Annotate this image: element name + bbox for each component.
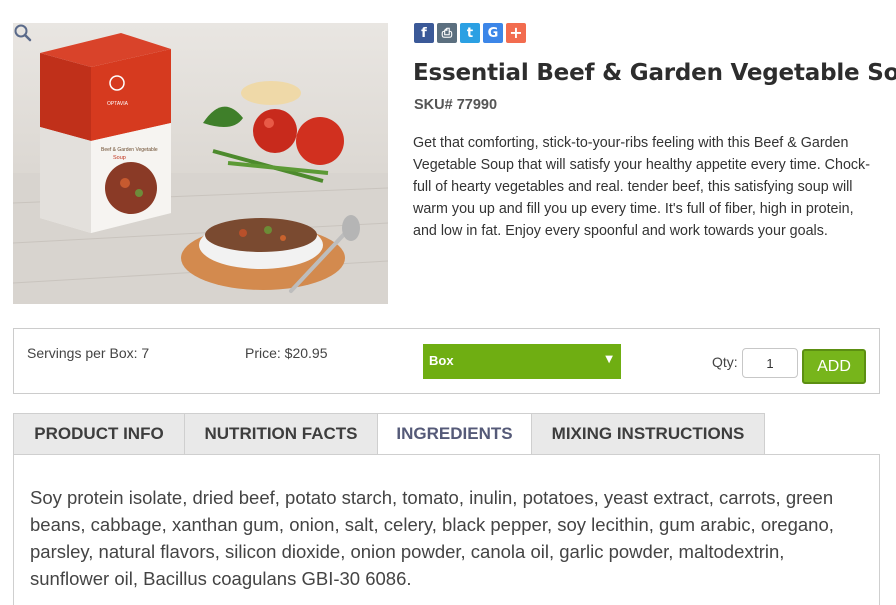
tab-mixing-instructions[interactable]: MIXING INSTRUCTIONS bbox=[531, 413, 765, 455]
zoom-icon[interactable] bbox=[13, 23, 33, 43]
share-bar: f ⎙ t G + bbox=[414, 23, 526, 43]
tab-ingredients[interactable]: INGREDIENTS bbox=[377, 413, 531, 455]
dropdown-caret-icon: ▼ bbox=[605, 354, 613, 365]
product-photo: OPTAVIA Beef & Garden Vegetable Soup bbox=[13, 33, 388, 304]
box-title-text: Beef & Garden Vegetable bbox=[101, 147, 158, 153]
product-tabs: PRODUCT INFO NUTRITION FACTS INGREDIENTS… bbox=[13, 413, 765, 455]
purchase-bar: Servings per Box: 7 Price: $20.95 Box ▼ … bbox=[13, 328, 880, 394]
product-image[interactable]: OPTAVIA Beef & Garden Vegetable Soup bbox=[13, 23, 388, 304]
price-label: Price: $20.95 bbox=[245, 345, 328, 361]
product-title: Essential Beef & Garden Vegetable Soup bbox=[413, 60, 896, 86]
box-brand-text: OPTAVIA bbox=[107, 101, 129, 107]
qty-label: Qty: bbox=[712, 354, 738, 370]
ingredients-text: Soy protein isolate, dried beef, potato … bbox=[30, 487, 834, 589]
quantity-input[interactable] bbox=[742, 348, 798, 378]
tab-nutrition-facts[interactable]: NUTRITION FACTS bbox=[184, 413, 377, 455]
tab-panel-ingredients: Soy protein isolate, dried beef, potato … bbox=[13, 454, 880, 605]
servings-per-box: Servings per Box: 7 bbox=[27, 345, 150, 361]
facebook-icon[interactable]: f bbox=[414, 23, 434, 43]
size-select-value: Box bbox=[429, 353, 454, 368]
product-description: Get that comforting, stick-to-your-ribs … bbox=[413, 135, 870, 239]
tab-product-info[interactable]: PRODUCT INFO bbox=[13, 413, 184, 455]
more-share-icon[interactable]: + bbox=[506, 23, 526, 43]
print-icon[interactable]: ⎙ bbox=[437, 23, 457, 43]
box-subtitle-text: Soup bbox=[113, 155, 126, 161]
google-icon[interactable]: G bbox=[483, 23, 503, 43]
twitter-icon[interactable]: t bbox=[460, 23, 480, 43]
product-sku: SKU# 77990 bbox=[414, 97, 498, 113]
add-button[interactable]: ADD bbox=[802, 349, 866, 384]
size-select[interactable]: Box ▼ bbox=[423, 344, 621, 379]
